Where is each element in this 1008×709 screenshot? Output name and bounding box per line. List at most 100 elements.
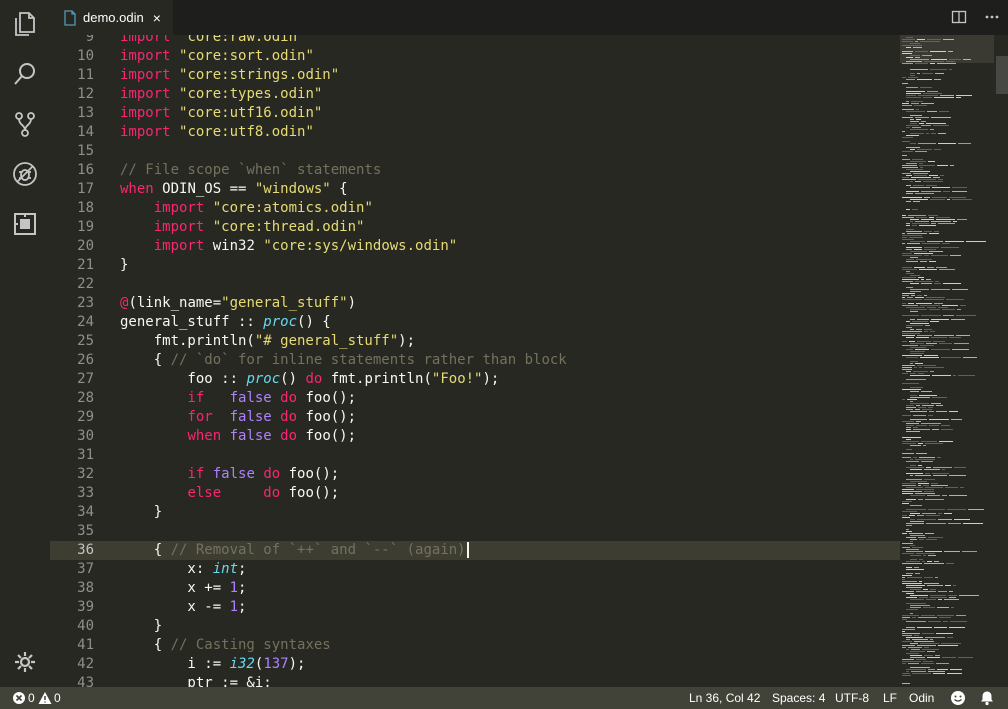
end-of-line[interactable]: LF (883, 687, 897, 709)
code-line[interactable]: 41 { // Casting syntaxes (50, 636, 900, 655)
code-line[interactable]: 39 x -= 1; (50, 598, 900, 617)
line-content: if false do foo(); (120, 465, 339, 484)
code-token: import (120, 67, 180, 83)
code-line[interactable]: 29 for false do foo(); (50, 408, 900, 427)
code-token: "core:strings.odin" (179, 67, 340, 83)
code-editor[interactable]: 9 import "core:raw.odin" 10 import "core:so… (50, 35, 900, 687)
code-line[interactable]: 30 when false do foo(); (50, 427, 900, 446)
code-line[interactable]: 16 // File scope `when` statements (50, 161, 900, 180)
code-line[interactable]: 43 ptr := &i; (50, 674, 900, 687)
line-number: 9 (85, 35, 94, 45)
extensions-icon[interactable] (9, 208, 41, 240)
code-token: general_stuff :: (120, 314, 264, 330)
code-line[interactable]: 18 import "core:atomics.odin" (50, 199, 900, 218)
encoding[interactable]: UTF-8 (835, 687, 869, 709)
line-number: 40 (77, 618, 94, 634)
source-control-icon[interactable] (9, 108, 41, 140)
code-token: 1 (229, 580, 239, 596)
code-line[interactable]: 20 import win32 "core:sys/windows.odin" (50, 237, 900, 256)
line-content: general_stuff :: proc() { (120, 313, 331, 332)
cursor-position[interactable]: Ln 36, Col 42 (689, 687, 760, 709)
error-count[interactable]: 0 (28, 687, 35, 709)
code-token: false (229, 409, 281, 425)
code-line[interactable]: 31 (50, 446, 900, 465)
tab-close-icon[interactable]: × (153, 11, 161, 25)
language-mode[interactable]: Odin (909, 687, 934, 709)
code-line[interactable]: 40 } (50, 617, 900, 636)
code-line[interactable]: 37 x: int; (50, 560, 900, 579)
code-line[interactable]: 19 import "core:thread.odin" (50, 218, 900, 237)
code-token: "Foo!" (431, 371, 483, 387)
code-token: for (187, 409, 230, 425)
tab-demo-odin[interactable]: demo.odin × (50, 0, 173, 35)
code-line[interactable]: 28 if false do foo(); (50, 389, 900, 408)
text-cursor (466, 542, 469, 558)
code-line[interactable]: 38 x += 1; (50, 579, 900, 598)
scrollbar-thumb[interactable] (996, 56, 1008, 94)
feedback-smiley-icon[interactable] (950, 690, 966, 706)
code-line[interactable]: 35 (50, 522, 900, 541)
split-editor-icon[interactable] (951, 9, 967, 25)
code-line[interactable]: 11 import "core:strings.odin" (50, 66, 900, 85)
error-icon[interactable] (12, 691, 26, 705)
code-line[interactable]: 27 foo :: proc() do fmt.println("Foo!"); (50, 370, 900, 389)
minimap-canvas (900, 35, 994, 684)
code-token: import (153, 200, 213, 216)
code-line[interactable]: 25 fmt.println("# general_stuff"); (50, 332, 900, 351)
settings-gear-icon[interactable] (9, 646, 41, 678)
code-token: { (120, 637, 171, 653)
code-line[interactable]: 21} (50, 256, 900, 275)
code-token: { (120, 352, 171, 368)
code-line[interactable]: 26 { // `do` for inline statements rathe… (50, 351, 900, 370)
warning-count[interactable]: 0 (54, 687, 61, 709)
line-content: import "core:utf16.odin" (120, 104, 322, 123)
code-token: "core:utf16.odin" (179, 105, 323, 121)
code-token: fmt.println( (120, 333, 255, 349)
code-line[interactable]: 32 if false do foo(); (50, 465, 900, 484)
code-line[interactable]: 12 import "core:types.odin" (50, 85, 900, 104)
code-token: "core:raw.odin" (179, 35, 306, 45)
code-line[interactable]: 14 import "core:utf8.odin" (50, 123, 900, 142)
line-content: } (120, 503, 162, 522)
more-actions-icon[interactable] (984, 9, 1000, 25)
line-number: 42 (77, 656, 94, 672)
search-icon[interactable] (9, 58, 41, 90)
debug-icon[interactable] (9, 158, 41, 190)
code-token: "core:thread.odin" (212, 219, 365, 235)
code-token: { (330, 181, 348, 197)
line-number: 27 (77, 371, 94, 387)
notifications-bell-icon[interactable] (979, 690, 995, 706)
indentation[interactable]: Spaces: 4 (772, 687, 825, 709)
explorer-icon[interactable] (9, 8, 41, 40)
code-token: proc (246, 371, 281, 387)
code-line[interactable]: 34 } (50, 503, 900, 522)
code-line[interactable]: 10 import "core:sort.odin" (50, 47, 900, 66)
code-token: else do (187, 485, 289, 501)
code-line[interactable]: 42 i := i32(137); (50, 655, 900, 674)
code-token: x: (120, 561, 213, 577)
code-token: ) (347, 295, 357, 311)
code-token: ); (398, 333, 416, 349)
line-number: 43 (77, 675, 94, 687)
code-token: foo(); (305, 390, 357, 406)
code-line[interactable]: 13 import "core:utf16.odin" (50, 104, 900, 123)
line-number: 30 (77, 428, 94, 444)
code-line[interactable]: 22 (50, 275, 900, 294)
line-content: import "core:raw.odin" (120, 35, 305, 47)
code-line[interactable]: 9 import "core:raw.odin" (50, 35, 900, 47)
minimap[interactable] (900, 35, 1008, 687)
code-line[interactable]: 23 @(link_name="general_stuff") (50, 294, 900, 313)
code-line[interactable]: 15 (50, 142, 900, 161)
code-line[interactable]: 17 when ODIN_OS == "windows" { (50, 180, 900, 199)
code-token: 1 (229, 599, 239, 615)
code-line[interactable]: 24 general_stuff :: proc() { (50, 313, 900, 332)
code-token: do (280, 409, 306, 425)
code-line[interactable]: 33 else do foo(); (50, 484, 900, 503)
line-number: 35 (77, 523, 94, 539)
code-token: do (263, 466, 289, 482)
warning-icon[interactable] (38, 691, 52, 705)
code-token: if (187, 390, 230, 406)
code-token: "core:sort.odin" (179, 48, 314, 64)
code-line-current[interactable]: 36 { // Removal of `++` and `--` (again) (50, 541, 900, 560)
